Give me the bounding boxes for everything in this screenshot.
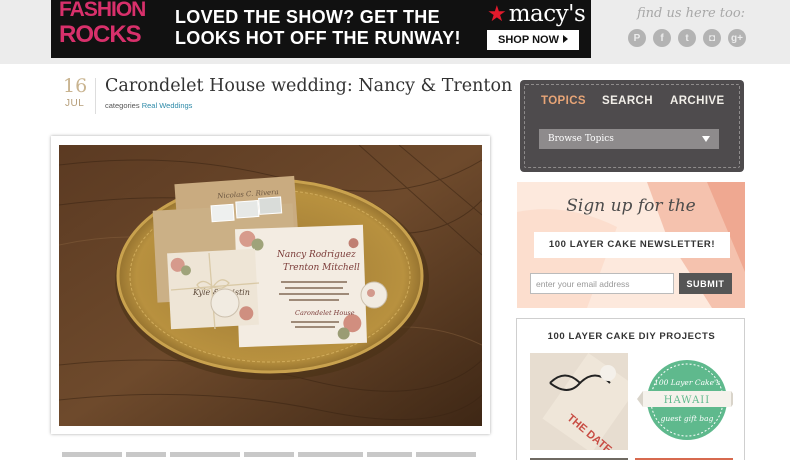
social-links: P f t ◘ g+	[628, 29, 746, 47]
google-plus-icon[interactable]: g+	[728, 29, 746, 47]
post-photo-frame: Nicolas C. Rivera Nancy Rodriguez Trento…	[51, 136, 490, 434]
shop-now-button[interactable]: SHOP NOW	[487, 30, 579, 50]
svg-text:Carondelet House: Carondelet House	[295, 309, 355, 317]
signup-heading: Sign up for the	[566, 196, 696, 216]
topics-widget: TOPICS SEARCH ARCHIVE Browse Topics	[520, 80, 744, 172]
tab-topics[interactable]: TOPICS	[541, 95, 586, 107]
pinterest-icon[interactable]: P	[628, 29, 646, 47]
badge-top-text: 100 Layer Cake's	[654, 378, 720, 387]
badge-middle-text: HAWAII	[664, 395, 710, 406]
browse-topics-dropdown[interactable]: Browse Topics	[539, 129, 719, 149]
submit-button[interactable]: SUBMIT	[679, 273, 732, 294]
save-the-date-illustration: THE DATE	[530, 353, 628, 450]
play-arrow-icon	[562, 35, 568, 43]
date-divider	[95, 78, 96, 114]
post-categories: categories Real Weddings	[105, 101, 193, 110]
facebook-icon[interactable]: f	[653, 29, 671, 47]
twitter-icon[interactable]: t	[678, 29, 696, 47]
diy-project-thumbnail[interactable]: THE DATE	[530, 353, 628, 450]
svg-text:Nancy Rodriguez: Nancy Rodriguez	[276, 250, 356, 260]
post-date-month: JUL	[65, 98, 85, 109]
wedding-invitation-photo[interactable]: Nicolas C. Rivera Nancy Rodriguez Trento…	[59, 145, 482, 426]
chevron-down-icon	[702, 136, 710, 142]
tab-search[interactable]: SEARCH	[602, 95, 653, 107]
email-field[interactable]	[530, 273, 674, 294]
diy-projects-widget: 100 LAYER CAKE DIY PROJECTS THE DATE 100…	[516, 318, 745, 460]
top-bar: FASHION ROCKS LOVED THE SHOW? GET THE LO…	[0, 0, 790, 64]
find-us-heading: find us here too:	[637, 6, 746, 21]
ad-headline: LOVED THE SHOW? GET THE LOOKS HOT OFF TH…	[175, 7, 461, 48]
newsletter-signup: Sign up for the 100 LAYER CAKE NEWSLETTE…	[517, 182, 745, 308]
svg-text:Trenton Mitchell: Trenton Mitchell	[283, 263, 360, 273]
newsletter-banner: 100 LAYER CAKE NEWSLETTER!	[534, 232, 730, 258]
instagram-icon[interactable]: ◘	[703, 29, 721, 47]
category-link[interactable]: Real Weddings	[142, 101, 193, 110]
fashion-rocks-ad-banner[interactable]: FASHION ROCKS LOVED THE SHOW? GET THE LO…	[51, 0, 591, 58]
post-body-text-preview	[62, 452, 482, 458]
invitation-suite-illustration: Nicolas C. Rivera Nancy Rodriguez Trento…	[59, 145, 482, 426]
tab-archive[interactable]: ARCHIVE	[670, 95, 725, 107]
post-title[interactable]: Carondelet House wedding: Nancy & Trento…	[105, 76, 512, 96]
star-icon: ★	[487, 1, 507, 26]
hawaii-gift-bag-thumbnail[interactable]: 100 Layer Cake's HAWAII guest gift bag	[635, 353, 733, 450]
hawaii-badge-illustration: 100 Layer Cake's HAWAII guest gift bag	[637, 360, 733, 440]
ad-retailer-logo: ★ macy's	[487, 1, 586, 27]
badge-bottom-text: guest gift bag	[661, 414, 714, 423]
diy-title: 100 LAYER CAKE DIY PROJECTS	[547, 331, 716, 342]
post-date-day: 16	[63, 75, 88, 97]
ad-brand-logo: FASHION ROCKS	[59, 0, 146, 48]
